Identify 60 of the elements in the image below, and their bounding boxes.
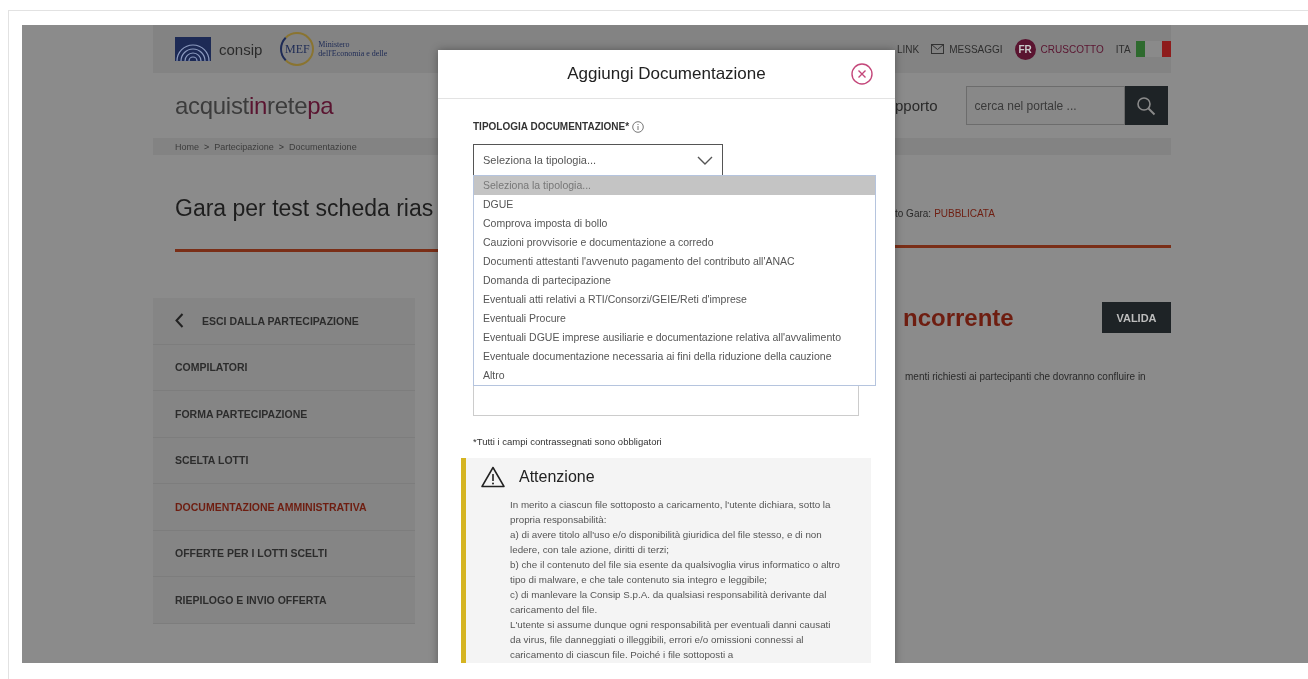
language-link[interactable]: ITA (1115, 43, 1131, 55)
modal-title: Aggiungi Documentazione (567, 64, 766, 84)
status-value: PUBBLICATA (934, 208, 995, 220)
sidebar-item[interactable]: SCELTA LOTTI (153, 437, 415, 484)
sidebar-item[interactable]: COMPILATORI (153, 344, 415, 391)
exit-link[interactable]: ESCI DALLA PARTECIPAZIONE (153, 298, 415, 345)
ministry-name: Ministero (318, 40, 351, 49)
ministry-name: dell'Economia e delle (318, 49, 388, 58)
close-icon (851, 63, 873, 85)
site-logo[interactable]: acquistinretepa (153, 91, 438, 120)
dropdown-option[interactable]: Eventuali Procure (474, 309, 875, 328)
breadcrumb-link[interactable]: Home (175, 141, 199, 152)
page-title: Gara per test scheda rias (174, 195, 435, 223)
nav-link[interactable]: pporto (895, 97, 938, 114)
mail-icon (931, 44, 945, 54)
sidebar-item[interactable]: OFFERTE PER I LOTTI SCELTI (153, 530, 415, 577)
dropdown-option[interactable]: Altro (474, 366, 875, 385)
info-icon (632, 121, 645, 133)
user-avatar[interactable]: FR (1014, 38, 1036, 60)
dropdown-option[interactable]: Domanda di partecipazione (474, 271, 875, 290)
header-link[interactable]: MESSAGGI (949, 43, 1003, 55)
validate-button[interactable]: VALIDA (1102, 302, 1171, 333)
description-text: menti richiesti ai partecipanti che dovranno confluire in (904, 371, 1147, 382)
chevron-down-icon (697, 155, 713, 165)
warning-icon (481, 466, 505, 488)
breadcrumb-separator: > (204, 141, 210, 152)
required-note: *Tutti i campi contrassegnati sono obbligatori (473, 436, 663, 447)
field-label: TIPOLOGIA DOCUMENTAZIONE* (473, 121, 630, 132)
close-button[interactable] (851, 63, 873, 85)
dropdown-option[interactable]: Comprova imposta di bollo (474, 214, 875, 233)
breadcrumb-separator: > (278, 141, 285, 152)
section-heading: ncorrente (902, 303, 1014, 332)
sidebar-item[interactable]: RIEPILOGO E INVIO OFFERTA (153, 577, 415, 624)
dropdown-option[interactable]: Seleziona la tipologia... (474, 176, 875, 195)
warning-title: Attenzione (519, 468, 595, 486)
header-link[interactable]: CRUSCOTTO (1040, 43, 1104, 55)
search-field[interactable]: cerca nel portale ... (965, 86, 1125, 125)
warning-text: L'utente si assume dunque ogni responsabilità per eventuali danni causati da virus, file danneggiati o illeggibili, errori e/o omissioni connessi al caricamento di ciascun file. Poiché i file sottoposti a (510, 618, 832, 662)
warning-text: c) di manlevare la Consip S.p.A. da qualsiasi responsabilità derivante dal caricamento del file. (510, 588, 828, 617)
search-icon (1136, 95, 1157, 116)
breadcrumb-link[interactable]: Documentazione (289, 141, 357, 152)
dropdown-option[interactable]: Documenti attestanti l'avvenuto pagamento del contributo all'ANAC (474, 252, 875, 271)
warning-text: a) di avere titolo all'uso e/o disponibilità giuridica del file stesso, e di non ledere, con tale azione, diritti di terzi; (510, 528, 823, 557)
breadcrumb-link[interactable]: Partecipazione (214, 141, 274, 152)
warning-text: In merito a ciascun file sottoposto a caricamento, l'utente dichiara, sotto la propria responsabilità: (510, 498, 832, 527)
header-link[interactable]: LINK (897, 43, 920, 55)
consip-logo-text: consip (219, 40, 263, 58)
search-button[interactable] (1124, 86, 1168, 125)
dropdown-option[interactable]: Eventuali atti relativi a RTI/Consorzi/GEIE/Reti d'imprese (474, 290, 875, 309)
sidebar-item[interactable]: FORMA PARTECIPAZIONE (153, 391, 415, 438)
sidebar-item[interactable]: DOCUMENTAZIONE AMMINISTRATIVA (153, 484, 415, 531)
mef-logo: MEF (285, 41, 310, 57)
dropdown-option[interactable]: DGUE (474, 195, 875, 214)
warning-text: b) che il contenuto del file sia esente da qualsivoglia virus informatico o altro tipo di malware, e che tale contenuto sia integro e leggibile; (510, 558, 841, 587)
dropdown-option[interactable]: Cauzioni provvisorie e documentazione a corredo (474, 233, 875, 252)
chevron-left-icon (175, 313, 184, 329)
dropdown-option[interactable]: Eventuale documentazione necessaria ai fini della riduzione della cauzione (474, 347, 875, 366)
consip-emblem-icon (175, 37, 211, 61)
dropdown-option[interactable]: Eventuali DGUE imprese ausiliarie e documentazione relativa all'avvalimento (474, 328, 875, 347)
status-label: to Gara: (895, 208, 932, 220)
